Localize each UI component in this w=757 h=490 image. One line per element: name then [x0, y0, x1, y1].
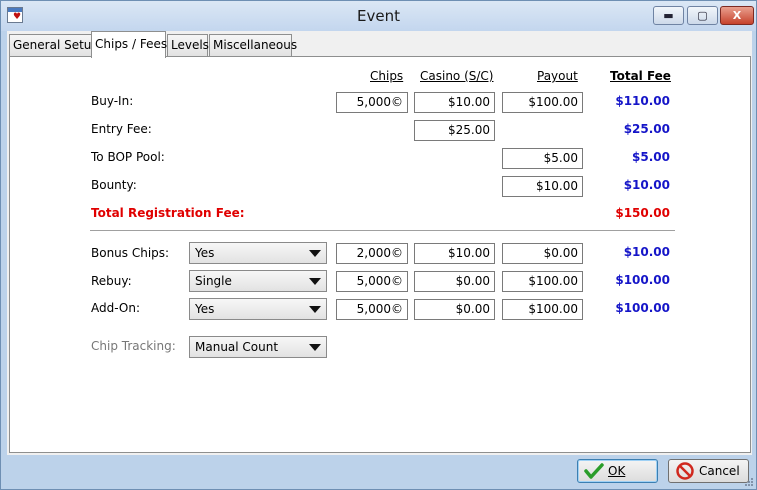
- chips-fees-panel: Chips Casino (S/C) Payout Total Fee Buy-…: [9, 56, 751, 453]
- close-button[interactable]: X: [720, 6, 754, 25]
- add-on-chips-field[interactable]: 5,000©: [336, 299, 408, 320]
- buy-in-casino-field[interactable]: $10.00: [414, 92, 495, 113]
- add-on-total: $100.00: [615, 301, 670, 315]
- bonus-chips-label: Bonus Chips:: [91, 246, 170, 260]
- total-registration-fee: $150.00: [615, 206, 670, 220]
- bounty-payout-field[interactable]: $10.00: [502, 176, 583, 197]
- add-on-select-value: Yes: [195, 302, 215, 316]
- rebuy-label: Rebuy:: [91, 274, 132, 288]
- header-payout: Payout: [537, 69, 578, 83]
- bonus-chips-total: $10.00: [623, 245, 670, 259]
- add-on-payout-field[interactable]: $100.00: [502, 299, 583, 320]
- checkmark-icon: [584, 463, 604, 479]
- buy-in-chips-field[interactable]: 5,000©: [336, 92, 408, 113]
- event-window: ♥ Event ▬ ▢ X General Setup Chips / Fees…: [0, 0, 757, 490]
- chip-tracking-select[interactable]: Manual Count: [189, 336, 327, 358]
- add-on-label: Add-On:: [91, 301, 140, 315]
- tab-general-setup[interactable]: General Setup: [9, 34, 99, 56]
- rebuy-select-value: Single: [195, 274, 232, 288]
- header-chips: Chips: [370, 69, 404, 83]
- section-divider: [90, 230, 675, 231]
- chip-tracking-select-value: Manual Count: [195, 340, 279, 354]
- bop-pool-label: To BOP Pool:: [91, 150, 165, 164]
- ok-button-label: OK: [608, 464, 626, 478]
- header-casino: Casino (S/C): [420, 69, 494, 83]
- bounty-total: $10.00: [623, 178, 670, 192]
- buy-in-total: $110.00: [615, 94, 670, 108]
- bonus-chips-casino-field[interactable]: $10.00: [414, 243, 495, 264]
- entry-fee-casino-field[interactable]: $25.00: [414, 120, 495, 141]
- cancel-button-label: Cancel: [699, 464, 740, 478]
- minimize-button[interactable]: ▬: [653, 6, 684, 25]
- no-entry-icon: [676, 462, 694, 480]
- total-registration-label: Total Registration Fee:: [91, 206, 245, 220]
- bonus-chips-chips-field[interactable]: 2,000©: [336, 243, 408, 264]
- resize-grip-icon[interactable]: [744, 477, 754, 487]
- add-on-casino-field[interactable]: $0.00: [414, 299, 495, 320]
- maximize-button[interactable]: ▢: [687, 6, 718, 25]
- entry-fee-label: Entry Fee:: [91, 122, 152, 136]
- buy-in-payout-field[interactable]: $100.00: [502, 92, 583, 113]
- bop-pool-total: $5.00: [632, 150, 670, 164]
- header-total-fee: Total Fee: [610, 69, 671, 83]
- bop-pool-payout-field[interactable]: $5.00: [502, 148, 583, 169]
- title-bar[interactable]: ♥ Event ▬ ▢ X: [1, 1, 756, 31]
- bonus-chips-payout-field[interactable]: $0.00: [502, 243, 583, 264]
- buy-in-label: Buy-In:: [91, 94, 134, 108]
- chevron-down-icon: [309, 306, 321, 313]
- rebuy-payout-field[interactable]: $100.00: [502, 271, 583, 292]
- bounty-label: Bounty:: [91, 178, 137, 192]
- bonus-chips-select[interactable]: Yes: [189, 242, 327, 264]
- tab-miscellaneous[interactable]: Miscellaneous: [209, 34, 297, 56]
- window-title: Event: [357, 7, 400, 25]
- rebuy-total: $100.00: [615, 273, 670, 287]
- rebuy-chips-field[interactable]: 5,000©: [336, 271, 408, 292]
- chip-tracking-label: Chip Tracking:: [91, 339, 176, 353]
- ok-button[interactable]: OK: [577, 459, 658, 483]
- cancel-button[interactable]: Cancel: [668, 459, 749, 483]
- bonus-chips-select-value: Yes: [195, 246, 215, 260]
- add-on-select[interactable]: Yes: [189, 298, 327, 320]
- entry-fee-total: $25.00: [623, 122, 670, 136]
- client-area: General Setup Chips / Fees Levels Miscel…: [7, 31, 752, 455]
- tab-levels[interactable]: Levels: [167, 34, 209, 56]
- chevron-down-icon: [309, 344, 321, 351]
- rebuy-select[interactable]: Single: [189, 270, 327, 292]
- chevron-down-icon: [309, 278, 321, 285]
- rebuy-casino-field[interactable]: $0.00: [414, 271, 495, 292]
- chevron-down-icon: [309, 250, 321, 257]
- tab-chips-fees[interactable]: Chips / Fees: [91, 31, 167, 58]
